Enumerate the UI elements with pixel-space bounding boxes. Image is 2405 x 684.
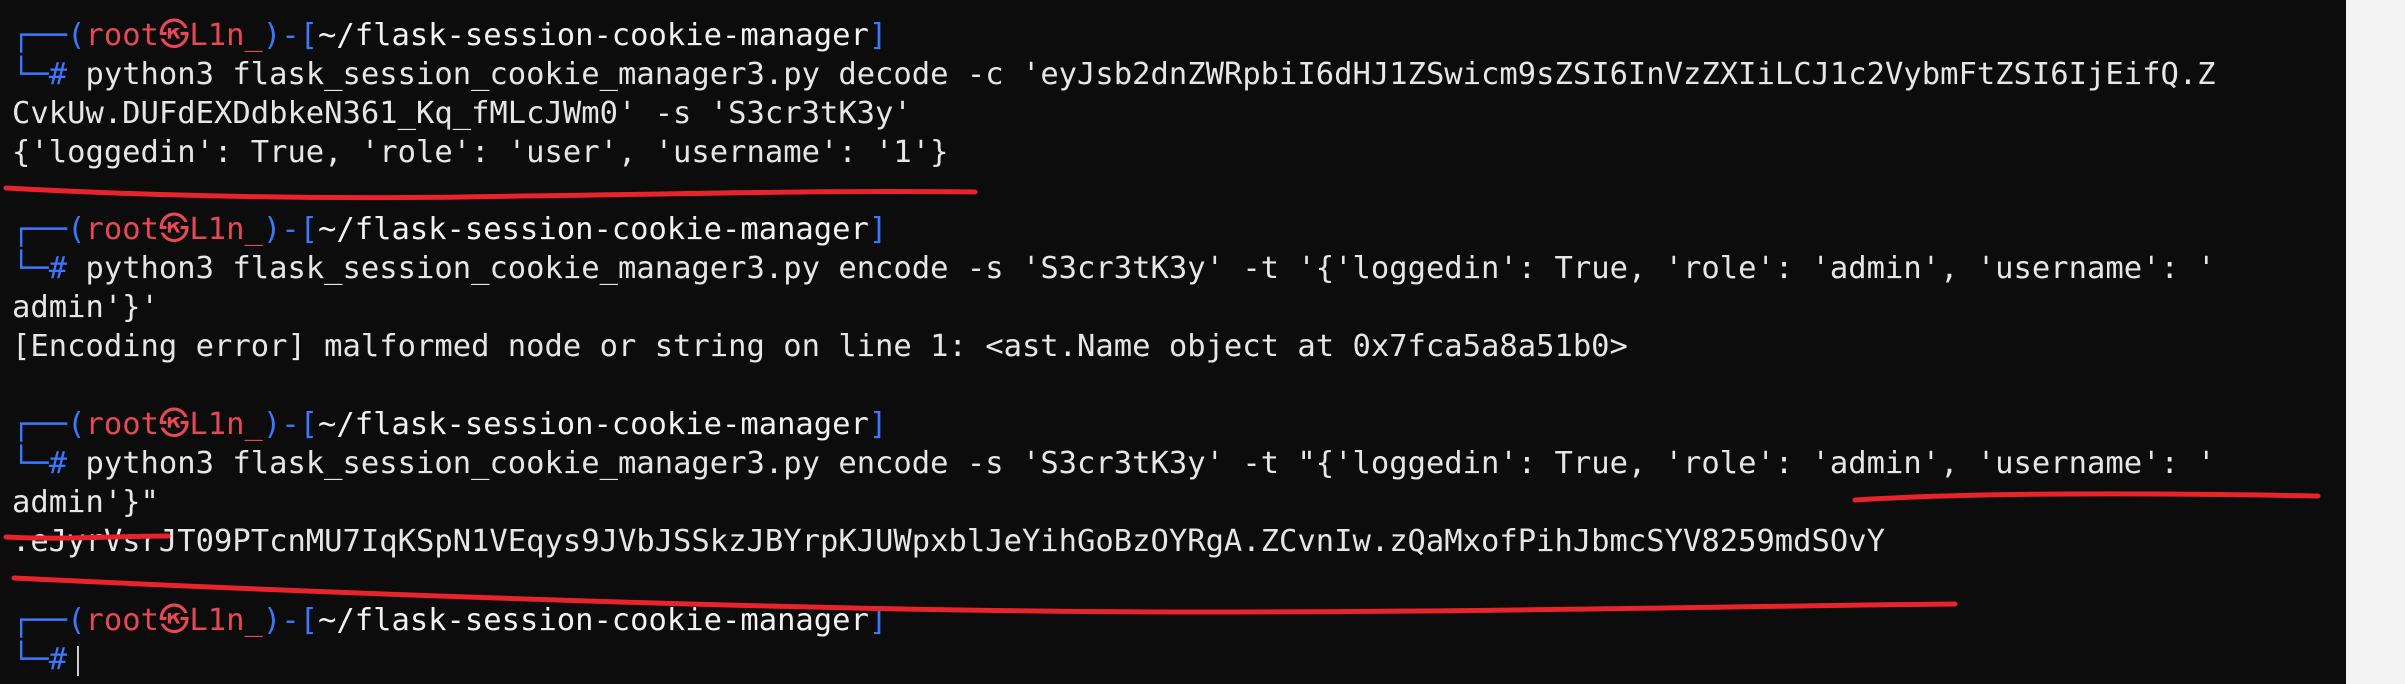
- prompt-corner-bottom: └─: [12, 57, 49, 92]
- underline-admin-fields: [1852, 491, 2321, 503]
- prompt-corner-top: ┌──: [12, 407, 68, 442]
- prompt-hash: #: [48, 446, 68, 481]
- prompt-dash: -: [281, 18, 300, 53]
- prompt-header: ┌──(root㉿L1n_)-[~/flask-session-cookie-m…: [12, 405, 887, 444]
- prompt-close-bracket: ]: [868, 407, 888, 442]
- prompt-open-paren: (: [67, 18, 86, 53]
- prompt-open-bracket: [: [299, 212, 318, 247]
- prompt-corner-top: ┌──: [12, 18, 68, 53]
- underline-decode-output: [3, 185, 978, 201]
- command-output: .eJyrVsrJT09PTcnMU7IqKSpN1VEqys9JVbJSSkz…: [12, 524, 1885, 559]
- prompt-open-bracket: [: [299, 603, 318, 638]
- prompt-close-paren: ): [262, 407, 282, 442]
- command-continuation: admin'}': [12, 290, 159, 325]
- prompt-dash: -: [281, 603, 300, 638]
- prompt-header: ┌──(root㉿L1n_)-[~/flask-session-cookie-m…: [12, 16, 887, 55]
- command-continuation: CvkUw.DUFdEXDdbkeN361_Kq_fMLcJWm0' -s 'S…: [12, 96, 912, 131]
- prompt-open-paren: (: [67, 407, 86, 442]
- prompt-close-bracket: ]: [868, 603, 888, 638]
- prompt-cwd: ~/flask-session-cookie-manager: [318, 407, 869, 442]
- command-text: python3 flask_session_cookie_manager3.py…: [67, 251, 2216, 286]
- prompt-open-bracket: [: [299, 18, 318, 53]
- prompt-dash: -: [281, 212, 300, 247]
- prompt-user-host: root㉿L1n_: [85, 407, 263, 442]
- command-output: [Encoding error] malformed node or strin…: [12, 329, 1628, 364]
- prompt-dash: -: [281, 407, 300, 442]
- scrollbar[interactable]: [2346, 0, 2405, 684]
- prompt-corner-top: ┌──: [12, 212, 68, 247]
- prompt-header: ┌──(root㉿L1n_)-[~/flask-session-cookie-m…: [12, 601, 887, 640]
- command-line: └─# python3 flask_session_cookie_manager…: [12, 55, 2216, 94]
- prompt-user-host: root㉿L1n_: [85, 18, 263, 53]
- command-line: └─# python3 flask_session_cookie_manager…: [12, 249, 2216, 288]
- prompt-close-bracket: ]: [868, 212, 888, 247]
- prompt-close-paren: ): [262, 212, 282, 247]
- prompt-close-paren: ): [262, 603, 282, 638]
- command-continuation: admin'}": [12, 485, 159, 520]
- text-cursor: [77, 645, 80, 676]
- command-text: python3 flask_session_cookie_manager3.py…: [67, 446, 2216, 481]
- prompt-user-host: root㉿L1n_: [85, 212, 263, 247]
- prompt-corner-bottom: └─: [12, 642, 49, 677]
- terminal-window[interactable]: ┌──(root㉿L1n_)-[~/flask-session-cookie-m…: [0, 0, 2346, 684]
- prompt-corner-bottom: └─: [12, 446, 49, 481]
- prompt-close-bracket: ]: [868, 18, 888, 53]
- prompt-hash: #: [48, 251, 68, 286]
- prompt-open-bracket: [: [299, 407, 318, 442]
- prompt-open-paren: (: [67, 212, 86, 247]
- prompt-corner-top: ┌──: [12, 603, 68, 638]
- command-text: python3 flask_session_cookie_manager3.py…: [67, 57, 2216, 92]
- prompt-cwd: ~/flask-session-cookie-manager: [318, 603, 869, 638]
- command-output: {'loggedin': True, 'role': 'user', 'user…: [12, 135, 949, 170]
- active-command-line[interactable]: └─#: [12, 640, 80, 679]
- prompt-close-paren: ): [262, 18, 282, 53]
- prompt-open-paren: (: [67, 603, 86, 638]
- prompt-cwd: ~/flask-session-cookie-manager: [318, 212, 869, 247]
- prompt-corner-bottom: └─: [12, 251, 49, 286]
- command-line: └─# python3 flask_session_cookie_manager…: [12, 444, 2216, 483]
- prompt-user-host: root㉿L1n_: [85, 603, 263, 638]
- scrollbar-thumb[interactable]: [2368, 0, 2382, 684]
- prompt-hash: #: [48, 57, 68, 92]
- prompt-hash: #: [48, 642, 68, 677]
- prompt-header: ┌──(root㉿L1n_)-[~/flask-session-cookie-m…: [12, 210, 887, 249]
- prompt-cwd: ~/flask-session-cookie-manager: [318, 18, 869, 53]
